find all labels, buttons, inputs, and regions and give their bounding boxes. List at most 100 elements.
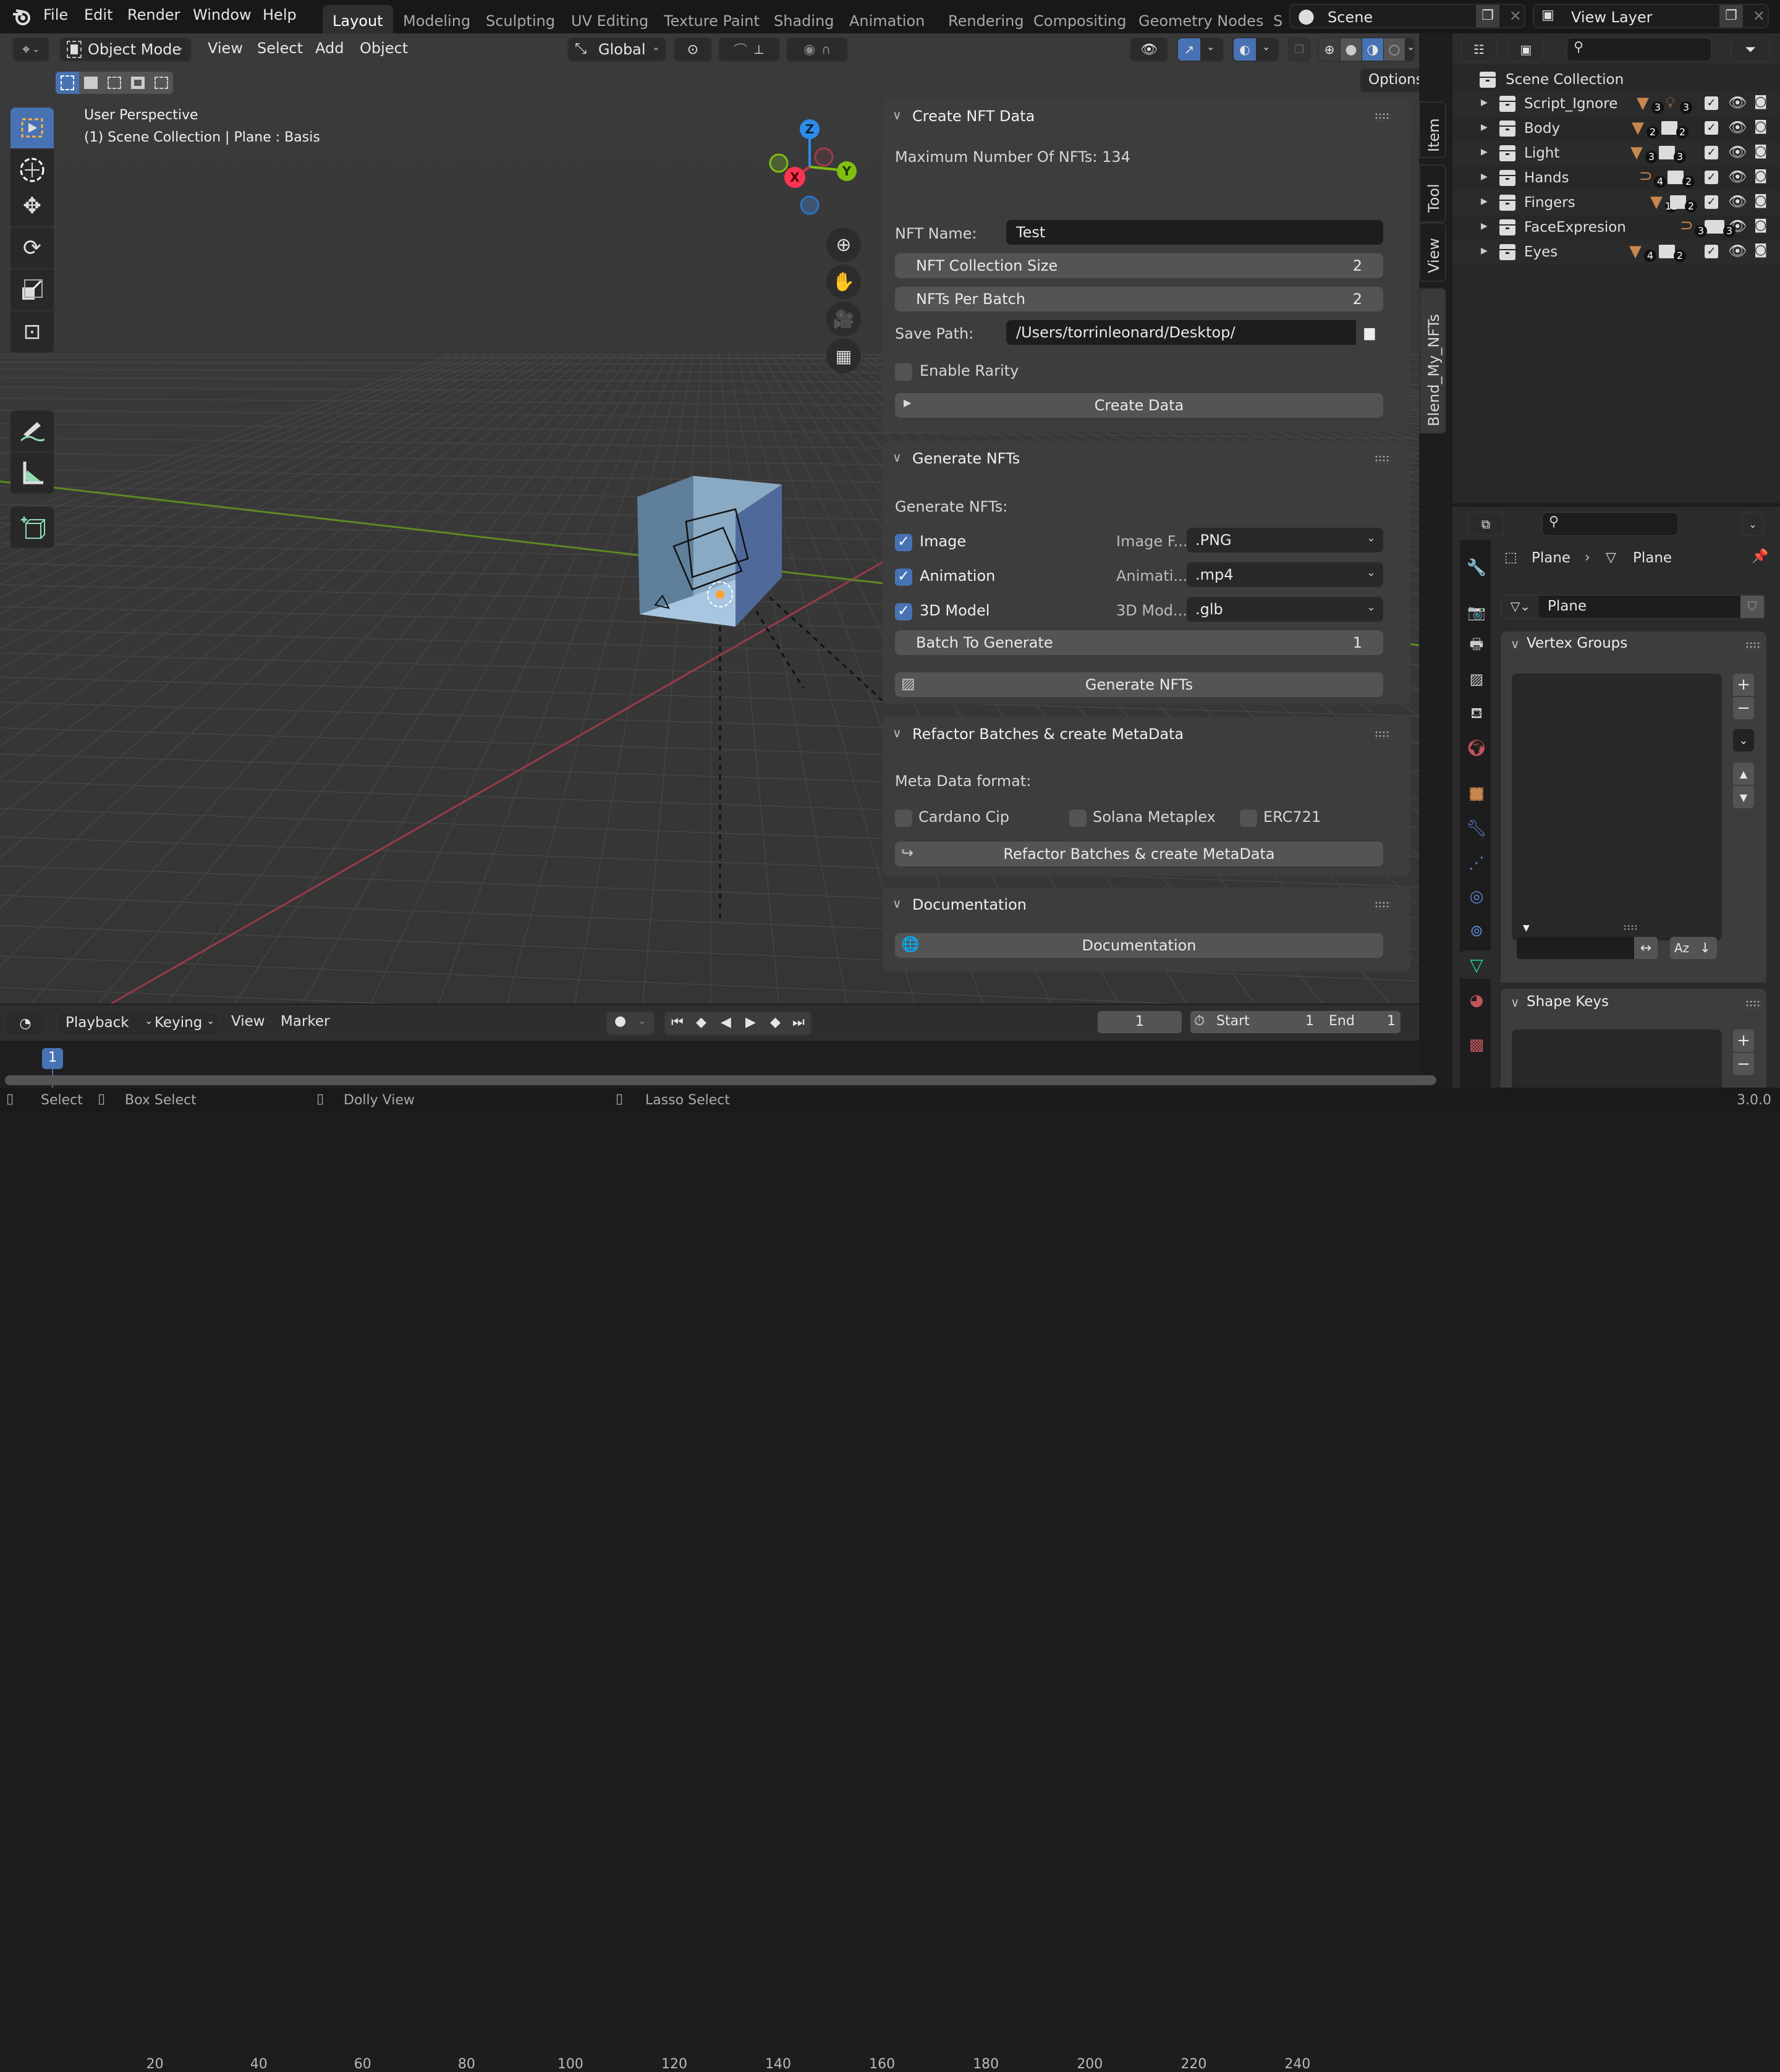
mesh-name-field[interactable]: Plane [1548, 598, 1587, 614]
prev-keyframe-icon[interactable]: ◆ [696, 1015, 706, 1030]
drag-handle-icon[interactable] [1375, 455, 1391, 463]
gizmo-neg-z[interactable] [800, 195, 820, 215]
timeline-marker-menu[interactable]: Marker [281, 1013, 330, 1030]
select-intersect-icon[interactable] [150, 72, 173, 94]
viewport-menu-add[interactable]: Add [315, 40, 344, 57]
view-layer-name[interactable]: View Layer [1571, 9, 1653, 26]
options-dropdown[interactable]: Options ⌄ [1360, 68, 1419, 93]
render-camera-icon[interactable]: ◙ [1754, 193, 1767, 208]
scale-tool[interactable] [11, 269, 54, 311]
annotate-tool[interactable] [11, 410, 54, 452]
invert-filter-button[interactable]: ↔ [1634, 937, 1658, 959]
exclude-checkbox[interactable]: ✓ [1705, 121, 1718, 135]
mesh-object-icon[interactable]: ▼ [1637, 94, 1649, 112]
outliner-row[interactable]: ▶FaceExpresion✓👁︎◙⊃33 [1452, 215, 1780, 240]
browse-folder-button[interactable]: ▆ [1356, 320, 1383, 345]
chevron-down-icon[interactable]: ∨ [892, 896, 902, 911]
row-label[interactable]: FaceExpresion [1524, 219, 1626, 235]
timeline-editor-type[interactable]: ◔ [5, 1011, 46, 1036]
menu-edit[interactable]: Edit [84, 6, 112, 23]
scene-name[interactable]: Scene [1328, 9, 1373, 26]
erc721-checkbox[interactable] [1240, 810, 1257, 827]
animation-option-label[interactable]: Animation [920, 567, 995, 585]
mesh-object-icon[interactable]: ▼ [1650, 193, 1663, 211]
shape-keys-title[interactable]: Shape Keys [1527, 994, 1609, 1010]
transform-orientation-dropdown[interactable]: ⤡ Global ⌄ [567, 37, 666, 62]
documentation-button[interactable]: 🌐 Documentation [895, 933, 1383, 958]
3d-model-format-dropdown[interactable]: .glb ⌄ [1187, 597, 1383, 622]
prop-tab-modifiers[interactable]: 🔧︎ [1460, 814, 1493, 843]
object-mode-dropdown[interactable]: Object Mode ⌄ [59, 37, 192, 62]
solana-metaplex-label[interactable]: Solana Metaplex [1093, 808, 1216, 826]
eye-visibility-icon[interactable]: 👁︎ [1728, 143, 1747, 161]
save-path-input[interactable]: /Users/torrinleonard/Desktop/ [1006, 320, 1356, 345]
add-shape-key-button[interactable]: + [1733, 1030, 1754, 1052]
select-invert-icon[interactable] [126, 72, 150, 94]
prop-tab-physics[interactable]: ◎ [1460, 882, 1493, 911]
prop-tab-particles[interactable]: ⋰ [1460, 849, 1493, 877]
curve-object-icon[interactable]: ⊃ [1639, 167, 1653, 185]
gizmo-toggle[interactable]: ↗ ⌄ [1177, 37, 1224, 62]
select-new-icon[interactable] [56, 72, 79, 94]
move-up-button[interactable]: ▲ [1733, 763, 1754, 785]
image-checkbox[interactable] [895, 533, 912, 551]
prop-tab-texture[interactable]: ▩ [1460, 1031, 1493, 1059]
menu-file[interactable]: File [43, 6, 68, 23]
tab-rendering[interactable]: Rendering [938, 5, 1034, 33]
timeline-scrollbar[interactable] [5, 1075, 1436, 1085]
solana-metaplex-checkbox[interactable] [1069, 810, 1087, 827]
jump-end-icon[interactable]: ⏭ [792, 1015, 805, 1030]
material-preview-shading-icon[interactable]: ◑ [1362, 38, 1383, 61]
tab-texture-paint[interactable]: Texture Paint [654, 5, 769, 33]
outliner-row[interactable]: ▶ Script_Ignore ✓ 👁︎ ◙ ▼ 3 💡︎ 3 [1452, 91, 1780, 116]
generate-nfts-button[interactable]: ▨ Generate NFTs [895, 672, 1383, 697]
solid-shading-icon[interactable]: ● [1341, 38, 1362, 61]
enable-rarity-label[interactable]: Enable Rarity [920, 362, 1019, 379]
npanel-tab-view[interactable]: View [1419, 222, 1446, 282]
chevron-down-icon[interactable]: ∨ [892, 450, 902, 465]
camera-view-button[interactable]: 🎥 [826, 302, 861, 336]
render-camera-icon[interactable]: ◙ [1754, 218, 1767, 233]
exclude-checkbox[interactable]: ✓ [1705, 171, 1718, 184]
chevron-down-icon[interactable]: ∨ [892, 725, 902, 740]
rotate-tool[interactable]: ⟳ [11, 227, 54, 269]
mesh-datablock-selector[interactable]: ▽⌄ Plane ⛉ [1501, 594, 1765, 619]
remove-shape-key-button[interactable]: − [1733, 1053, 1754, 1075]
render-camera-icon[interactable]: ◙ [1754, 168, 1767, 184]
current-frame-field[interactable]: 1 [1098, 1011, 1182, 1033]
mesh-object-icon[interactable]: ▼ [1630, 143, 1643, 162]
auto-keying-toggle[interactable]: ● ⌄ [606, 1011, 655, 1036]
eye-visibility-icon[interactable]: 👁︎ [1728, 168, 1747, 185]
expand-arrow-icon[interactable]: ▶ [1481, 122, 1488, 132]
prop-tab-data[interactable]: ▽ [1460, 950, 1493, 979]
pan-view-button[interactable]: ✋ [826, 264, 861, 299]
create-data-button[interactable]: ▶ Create Data [895, 393, 1383, 418]
outliner-view-layer[interactable]: ▣ [1508, 37, 1544, 62]
timeline-view-menu[interactable]: View [231, 1013, 265, 1030]
render-camera-icon[interactable]: ◙ [1754, 119, 1767, 134]
remove-vertex-group-button[interactable]: − [1733, 697, 1754, 719]
3d-model-checkbox[interactable] [895, 602, 912, 620]
exclude-checkbox[interactable]: ✓ [1705, 96, 1718, 110]
menu-window[interactable]: Window [193, 6, 252, 23]
shape-key-list[interactable] [1512, 1030, 1722, 1088]
prop-tab-tool[interactable]: 🔧 [1460, 554, 1493, 582]
outliner-scene-collection[interactable]: Scene Collection [1452, 67, 1780, 91]
tab-shading[interactable]: Shading [764, 5, 844, 33]
proportional-edit-toggle[interactable]: ◉ ∩ [786, 37, 848, 62]
properties-editor-type[interactable]: ⧉ [1467, 512, 1504, 536]
vertex-groups-title[interactable]: Vertex Groups [1527, 635, 1627, 651]
delete-scene-icon[interactable]: ✕ [1509, 7, 1522, 25]
panel-title[interactable]: Refactor Batches & create MetaData [912, 725, 1184, 743]
child-collection-icon[interactable] [1659, 146, 1675, 159]
row-label[interactable]: Script_Ignore [1524, 96, 1617, 112]
tab-sculpting[interactable]: Sculpting [476, 5, 565, 33]
gizmo-neg-x[interactable] [814, 147, 834, 167]
tab-scripting-truncated[interactable]: S [1263, 5, 1283, 33]
mesh-browse-icon[interactable]: ▽⌄ [1502, 596, 1539, 618]
chevron-down-icon[interactable]: ∨ [1511, 995, 1520, 1010]
prop-tab-render[interactable]: 📷 [1460, 598, 1493, 627]
fake-user-shield-icon[interactable]: ⛉ [1740, 596, 1764, 618]
view-layer-selector[interactable]: ▣ View Layer ❐ ✕ [1533, 4, 1769, 28]
refactor-batches-button[interactable]: ↪ Refactor Batches & create MetaData [895, 842, 1383, 866]
